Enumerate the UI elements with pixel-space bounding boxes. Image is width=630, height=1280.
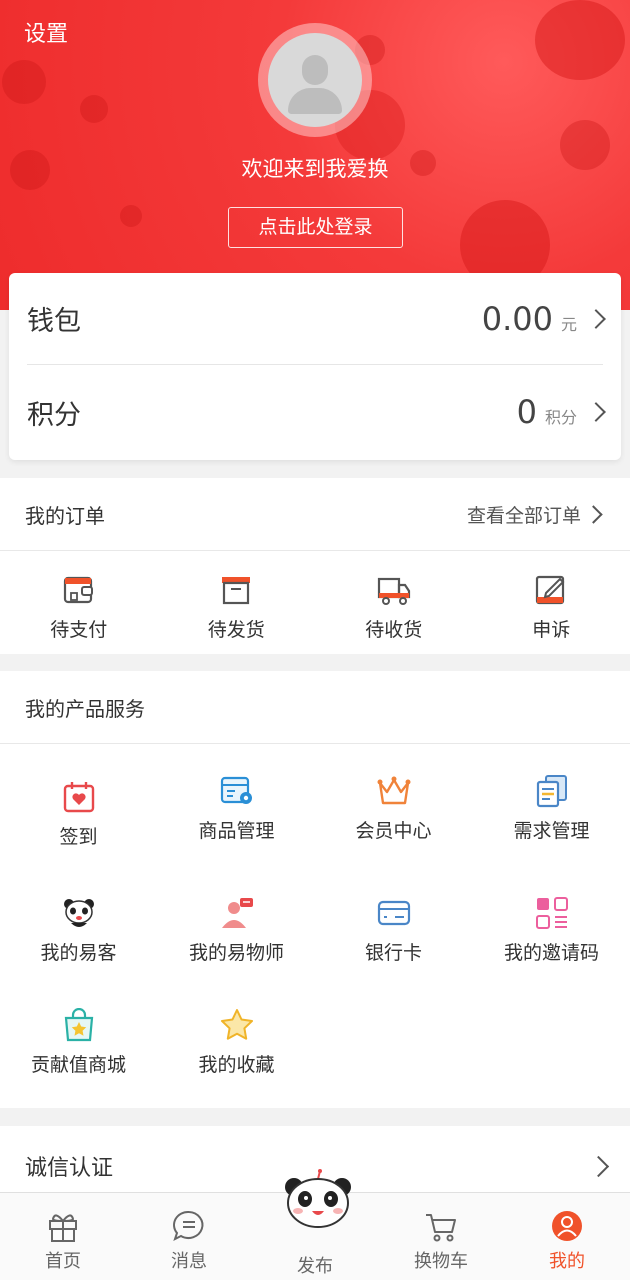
panda-icon [285,1169,351,1228]
user-icon [552,1211,582,1241]
chevron-right-icon [584,504,603,524]
order-pending-payment[interactable]: 待支付 [0,551,158,653]
chevron-right-icon [586,402,606,422]
tab-home[interactable]: 首页 [0,1193,126,1280]
service-label: 我的邀请码 [503,942,599,964]
service-checkin[interactable]: 签到 [0,780,157,849]
order-item-label: 申诉 [532,619,571,641]
consultant-icon [221,898,253,928]
decor-bubble [2,60,46,104]
decor-bubble [535,0,625,80]
gift-icon [49,1214,77,1242]
chat-icon [173,1210,204,1241]
view-all-orders-label: 查看全部订单 [466,504,581,527]
store-settings-icon [220,776,252,804]
services-header: 我的产品服务 [0,671,630,744]
tab-label: 首页 [45,1251,81,1272]
qr-code-icon [535,897,568,929]
tab-publish[interactable]: 发布 [252,1169,378,1280]
service-product-management[interactable]: 商品管理 [158,774,315,843]
order-pending-shipment[interactable]: 待发货 [158,551,316,653]
credit-certification-label: 诚信认证 [25,1156,114,1181]
wallet-label: 钱包 [27,306,81,337]
service-label: 贡献值商城 [30,1054,126,1076]
star-icon [220,1009,253,1040]
service-label: 我的收藏 [198,1054,275,1076]
documents-icon [536,775,567,808]
service-member-center[interactable]: 会员中心 [315,774,472,843]
login-button[interactable]: 点击此处登录 [228,207,403,248]
service-favorites[interactable]: 我的收藏 [158,1008,315,1077]
service-label: 我的易物师 [188,942,284,964]
orders-title: 我的订单 [25,503,105,528]
cart-icon [426,1214,456,1242]
service-label: 签到 [59,826,98,848]
services-title: 我的产品服务 [25,696,145,721]
points-row[interactable]: 积分 0 积分 [27,366,606,458]
calendar-heart-icon [63,782,94,813]
service-label: 会员中心 [355,820,432,842]
crown-icon [377,776,410,805]
settings-link[interactable]: 设置 [24,16,68,48]
wallet-unit: 元 [560,314,577,334]
tab-label: 发布 [297,1256,333,1277]
service-label: 我的易客 [40,942,117,964]
shopping-bag-star-icon [64,1008,93,1042]
welcome-text: 欢迎来到我爱换 [241,157,389,181]
box-icon [222,577,251,605]
service-bank-card[interactable]: 银行卡 [315,896,472,965]
wallet-row[interactable]: 钱包 0.00 元 [27,273,606,365]
orders-header: 我的订单 查看全部订单 [0,478,630,551]
tab-label: 换物车 [414,1251,468,1272]
order-pending-receipt[interactable]: 待收货 [315,551,473,653]
service-label: 需求管理 [513,820,590,842]
decor-bubble [120,205,142,227]
tab-mine[interactable]: 我的 [504,1193,630,1280]
profile-header: 设置 欢迎来到我爱换 点击此处登录 [0,0,630,310]
orders-section: 我的订单 查看全部订单 待支付 待发货 待收货 申诉 [0,478,630,654]
service-contribution-mall[interactable]: 贡献值商城 [0,1008,157,1077]
service-demand-management[interactable]: 需求管理 [473,774,630,843]
service-my-consultant[interactable]: 我的易物师 [158,896,315,965]
bank-card-icon [377,900,410,926]
truck-icon [377,577,410,605]
order-item-label: 待发货 [207,619,265,641]
panda-icon [63,899,94,927]
decor-bubble [80,95,108,123]
bottom-tab-bar: 首页 消息 发布 换物车 我的 [0,1169,630,1280]
edit-icon [536,575,565,605]
wallet-value: 0.00 [481,299,553,338]
account-card: 钱包 0.00 元 积分 0 积分 [9,273,621,460]
service-invite-code[interactable]: 我的邀请码 [473,896,630,965]
tab-label: 消息 [171,1251,207,1272]
service-label: 商品管理 [198,820,275,842]
chevron-right-icon [586,308,606,329]
wallet-icon [63,576,93,604]
order-item-label: 待收货 [365,619,423,641]
view-all-orders-link[interactable]: 查看全部订单 [466,501,603,528]
tab-messages[interactable]: 消息 [126,1193,252,1280]
order-item-label: 待支付 [50,619,108,641]
services-section: 我的产品服务 签到 商品管理 会员中心 需求管理 我的易客 我的易物师 银行卡 … [0,671,630,1108]
chevron-right-icon [587,1155,610,1177]
service-my-clients[interactable]: 我的易客 [0,896,157,965]
tab-cart[interactable]: 换物车 [378,1193,504,1280]
points-unit: 积分 [544,408,577,427]
default-user-icon [268,33,362,127]
points-label: 积分 [27,399,81,431]
order-appeal[interactable]: 申诉 [473,551,630,653]
points-value: 0 [516,393,537,431]
avatar[interactable] [258,23,372,137]
tab-label: 我的 [549,1251,585,1272]
service-label: 银行卡 [364,942,422,964]
